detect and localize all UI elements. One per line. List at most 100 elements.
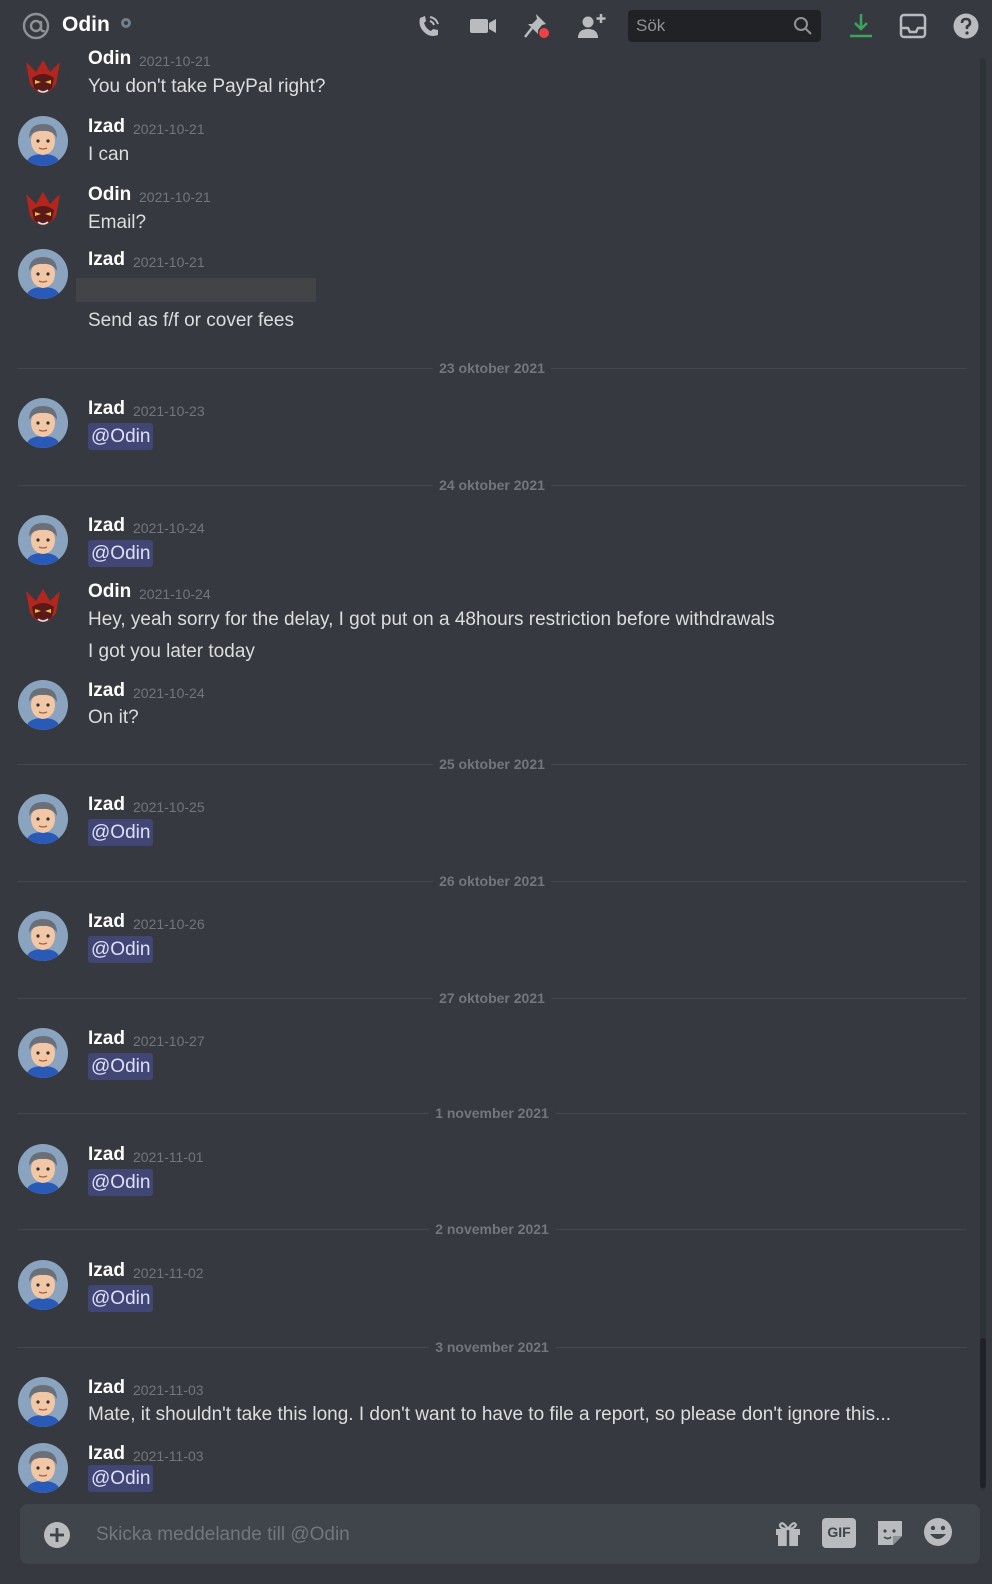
channel-title: Odin [62,13,110,36]
message: Izad 2021-10-25 @Odin [0,794,960,850]
author-name[interactable]: Izad [88,116,125,138]
user-mention[interactable]: @Odin [88,1169,154,1196]
add-attachment-icon[interactable] [42,1520,72,1550]
message: Odin 2021-10-21 You don't take PayPal ri… [0,48,960,108]
message: Izad 2021-10-21 I can [0,116,960,172]
user-mention[interactable]: @Odin [88,423,154,450]
date-divider: 1 november 2021 [18,1105,966,1121]
inbox-icon[interactable] [898,12,928,40]
izad-avatar[interactable] [18,398,68,448]
call-icon[interactable] [414,12,444,40]
user-mention[interactable]: @Odin [88,1465,154,1492]
izad-avatar[interactable] [18,680,68,730]
help-icon[interactable] [952,12,982,40]
message-timestamp: 2021-10-24 [133,520,205,536]
izad-avatar[interactable] [18,1443,68,1493]
search-bar[interactable]: Sök [628,10,821,42]
user-mention[interactable]: @Odin [88,936,154,963]
message-timestamp: 2021-10-24 [139,586,211,602]
message-timestamp: 2021-10-26 [133,916,205,932]
scrollbar-track[interactable] [980,58,986,1490]
date-divider: 26 oktober 2021 [18,873,966,889]
message: Izad 2021-11-01 @Odin [0,1144,960,1200]
author-name[interactable]: Izad [88,249,125,271]
message-timestamp: 2021-11-03 [133,1382,204,1398]
message: Izad 2021-10-21 Send as f/f or cover fee… [0,249,960,339]
date-divider: 2 november 2021 [18,1221,966,1237]
message-text: I can [88,144,130,165]
download-icon[interactable] [846,12,876,40]
message-timestamp: 2021-11-02 [133,1265,204,1281]
message-text: You don't take PayPal right? [88,76,326,97]
izad-avatar[interactable] [18,1028,68,1078]
author-name[interactable]: Izad [88,1377,125,1399]
date-divider-label: 24 oktober 2021 [433,477,551,493]
author-name[interactable]: Odin [88,581,131,603]
gif-button[interactable]: GIF [822,1518,856,1548]
date-divider-label: 3 november 2021 [429,1339,555,1355]
message-text: Mate, it shouldn't take this long. I don… [88,1404,892,1425]
date-divider-label: 23 oktober 2021 [433,360,551,376]
author-name[interactable]: Izad [88,1443,125,1465]
gif-label: GIF [827,1524,851,1540]
offline-status-icon [121,18,131,28]
izad-avatar[interactable] [18,515,68,565]
odin-avatar[interactable] [18,583,68,633]
izad-avatar[interactable] [18,794,68,844]
author-name[interactable]: Izad [88,794,125,816]
message-input[interactable] [94,1520,698,1550]
date-divider-label: 25 oktober 2021 [433,756,551,772]
scrollbar-thumb[interactable] [980,1338,986,1488]
date-divider-label: 27 oktober 2021 [433,990,551,1006]
user-mention[interactable]: @Odin [88,1285,154,1312]
odin-avatar[interactable] [18,54,68,104]
izad-avatar[interactable] [18,249,68,299]
message-text: I got you later today [88,641,255,662]
author-name[interactable]: Izad [88,515,125,537]
message: Izad 2021-11-03 Mate, it shouldn't take … [0,1377,960,1433]
date-divider: 27 oktober 2021 [18,990,966,1006]
author-name[interactable]: Izad [88,1144,125,1166]
date-divider-label: 2 november 2021 [429,1221,555,1237]
author-name[interactable]: Izad [88,911,125,933]
message-timestamp: 2021-10-21 [139,53,211,69]
add-friend-icon[interactable] [576,12,606,40]
user-mention[interactable]: @Odin [88,540,154,567]
izad-avatar[interactable] [18,911,68,961]
izad-avatar[interactable] [18,1377,68,1427]
video-call-icon[interactable] [468,12,498,40]
message-composer: GIF [20,1504,980,1564]
message: Izad 2021-10-24 @Odin [0,515,960,571]
author-name[interactable]: Odin [88,48,131,70]
message: Izad 2021-10-27 @Odin [0,1028,960,1084]
emoji-icon[interactable] [922,1516,954,1548]
redacted-block [76,278,316,302]
user-mention[interactable]: @Odin [88,819,154,846]
pin-icon[interactable] [522,12,552,40]
message-timestamp: 2021-10-25 [133,799,205,815]
message-timestamp: 2021-10-24 [133,685,205,701]
izad-avatar[interactable] [18,116,68,166]
gift-icon[interactable] [772,1517,804,1549]
author-name[interactable]: Izad [88,1260,125,1282]
message-timestamp: 2021-10-21 [139,189,211,205]
message-text: Hey, yeah sorry for the delay, I got put… [88,609,775,630]
date-divider: 25 oktober 2021 [18,756,966,772]
izad-avatar[interactable] [18,1260,68,1310]
author-name[interactable]: Izad [88,398,125,420]
author-name[interactable]: Izad [88,680,125,702]
message-timestamp: 2021-10-21 [133,121,205,137]
message-timestamp: 2021-10-21 [133,254,205,270]
message-timestamp: 2021-11-03 [133,1448,204,1464]
at-sign-icon [22,12,50,40]
user-mention[interactable]: @Odin [88,1053,154,1080]
search-icon [794,17,812,35]
author-name[interactable]: Odin [88,184,131,206]
message-timestamp: 2021-10-27 [133,1033,205,1049]
sticker-icon[interactable] [874,1517,906,1549]
izad-avatar[interactable] [18,1144,68,1194]
message: Odin 2021-10-21 Email? [0,184,960,240]
odin-avatar[interactable] [18,186,68,236]
message-list: Odin 2021-10-21 You don't take PayPal ri… [0,48,978,1493]
author-name[interactable]: Izad [88,1028,125,1050]
